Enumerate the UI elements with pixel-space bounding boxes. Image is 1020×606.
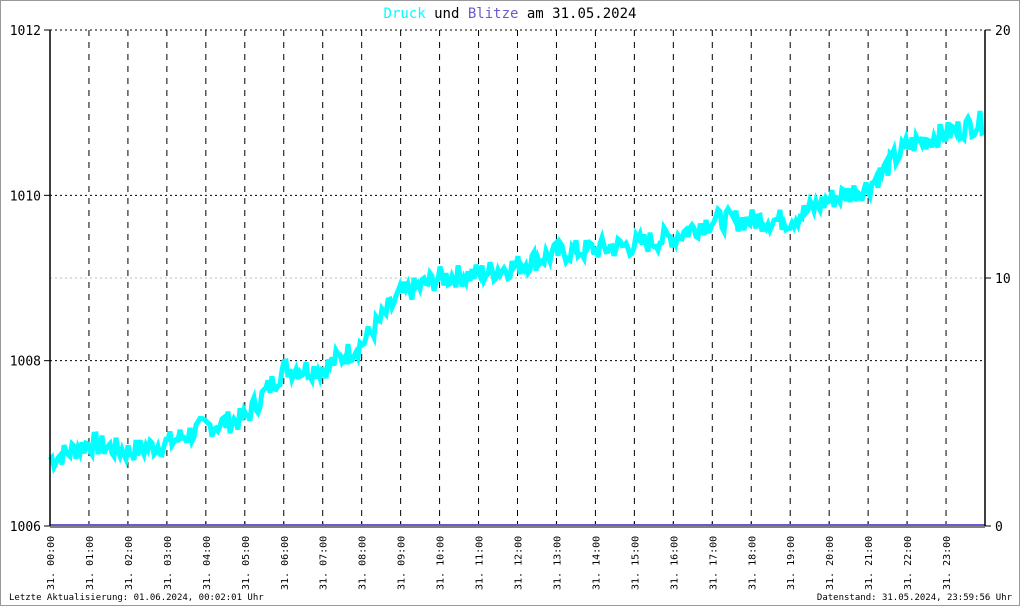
left-tick-label: 1012 [10, 24, 41, 39]
pressure-lightning-chart: Druck und Blitze am 31.05.2024 1006 1008 10… [10, 6, 1011, 590]
chart-title: Druck und Blitze am 31.05.2024 [384, 6, 637, 22]
x-tick-label: 31. 13:00 [552, 536, 563, 590]
x-tick-label: 31. 09:00 [397, 536, 408, 590]
left-tick-label: 1006 [10, 520, 41, 535]
x-tick-label: 31. 17:00 [708, 536, 719, 590]
x-tick-label: 31. 23:00 [942, 536, 953, 590]
x-tick-label: 31. 04:00 [202, 536, 213, 590]
title-part: Blitze [468, 6, 519, 22]
x-tick-label: 31. 20:00 [825, 536, 836, 590]
data-status-text: Datenstand: 31.05.2024, 23:59:56 Uhr [816, 593, 1012, 603]
x-tick-label: 31. 00:00 [46, 536, 57, 590]
x-tick-label: 31. 12:00 [514, 536, 525, 590]
left-tick-label: 1010 [10, 189, 41, 204]
x-tick-label: 31. 02:00 [124, 536, 135, 590]
x-tick-label: 31. 03:00 [163, 536, 174, 590]
right-tick-label: 0 [995, 520, 1003, 535]
last-update-text: Letzte Aktualisierung: 01.06.2024, 00:02… [9, 593, 264, 603]
left-tick-label: 1008 [10, 355, 41, 370]
x-tick-label: 31. 01:00 [85, 536, 96, 590]
x-tick-label: 31. 14:00 [591, 536, 602, 590]
x-tick-label: 31. 21:00 [864, 536, 875, 590]
x-tick-label: 31. 07:00 [319, 536, 330, 590]
x-tick-label: 31. 08:00 [358, 536, 369, 590]
title-part: und [426, 6, 468, 22]
x-tick-label: 31. 18:00 [747, 536, 758, 590]
x-tick-label: 31. 06:00 [280, 536, 291, 590]
title-part: am 31.05.2024 [518, 6, 636, 22]
x-tick-label: 31. 11:00 [475, 536, 486, 590]
right-tick-label: 10 [995, 272, 1011, 287]
x-tick-label: 31. 15:00 [630, 536, 641, 590]
x-tick-label: 31. 05:00 [241, 536, 252, 590]
title-part: Druck [384, 6, 427, 22]
x-tick-label: 31. 19:00 [786, 536, 797, 590]
right-tick-label: 20 [995, 24, 1011, 39]
x-tick-label: 31. 16:00 [669, 536, 680, 590]
x-tick-label: 31. 22:00 [903, 536, 914, 590]
x-tick-label: 31. 10:00 [436, 536, 447, 590]
